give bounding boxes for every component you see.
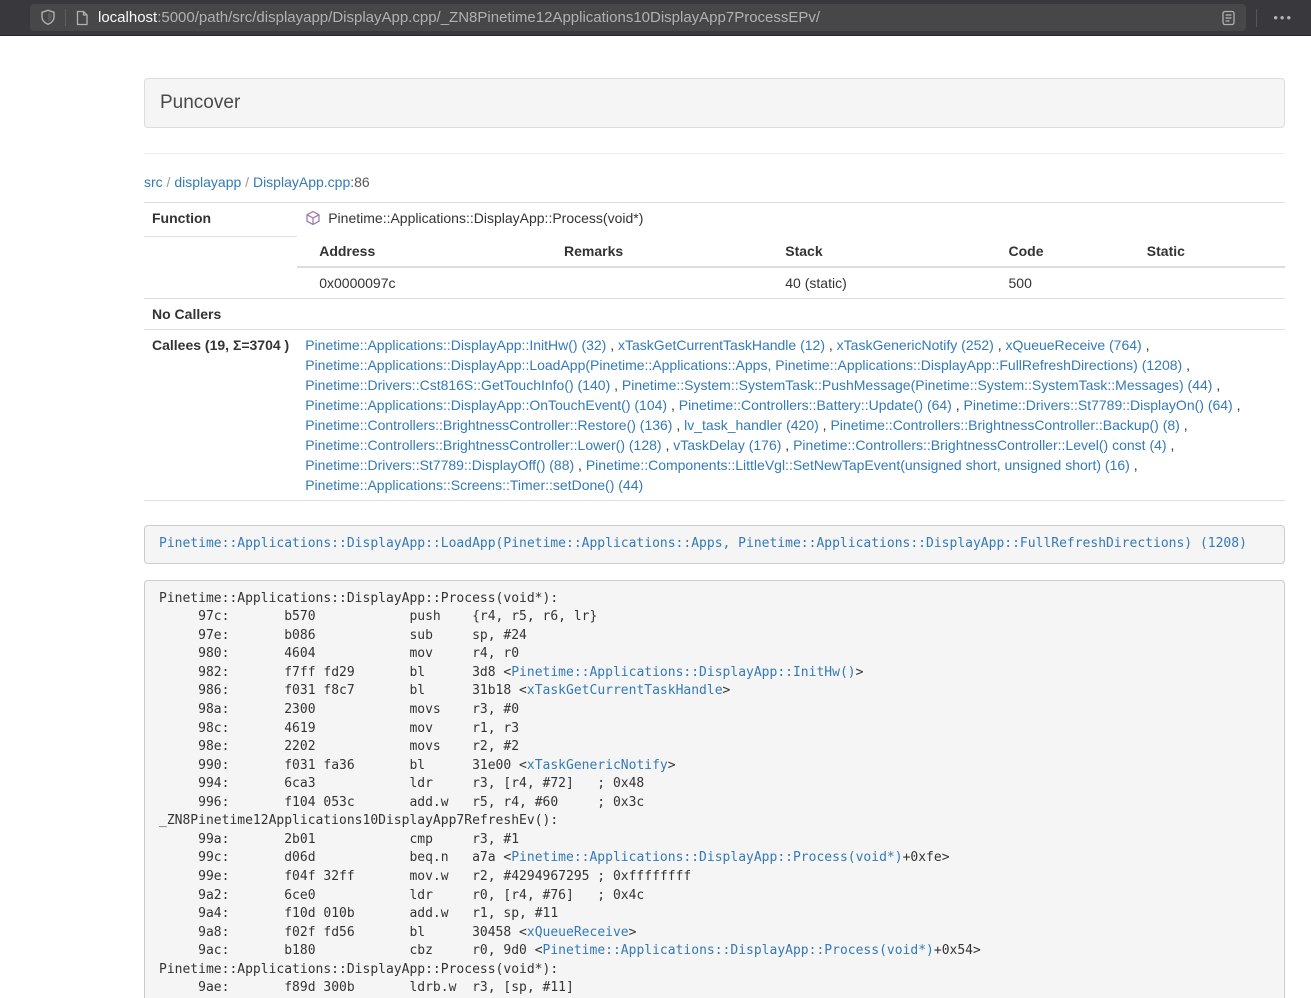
metric-code-value: 500 <box>1001 267 1139 298</box>
page-icon <box>75 10 89 26</box>
callee-link[interactable]: Pinetime::Controllers::Battery::Update()… <box>679 397 952 413</box>
breadcrumb-link[interactable]: DisplayApp.cpp <box>253 174 350 190</box>
callee-link[interactable]: Pinetime::Applications::Screens::Timer::… <box>305 477 643 493</box>
callee-link[interactable]: Pinetime::Drivers::St7789::DisplayOn() (… <box>964 397 1233 413</box>
callee-link[interactable]: Pinetime::System::SystemTask::PushMessag… <box>622 377 1213 393</box>
column-header-code: Code <box>1001 236 1139 267</box>
callee-separator: , <box>994 337 1006 353</box>
column-header-stack: Stack <box>777 236 1000 267</box>
highlighted-symbol-box: Pinetime::Applications::DisplayApp::Load… <box>144 525 1285 564</box>
page-title: Puncover <box>160 92 1269 114</box>
breadcrumb-link[interactable]: src <box>144 174 163 190</box>
function-row: Function Pinetime::Applications::Display… <box>144 203 1285 237</box>
page-content: Puncover src / displayapp / DisplayApp.c… <box>144 78 1285 998</box>
callee-link[interactable]: vTaskDelay (176) <box>673 437 781 453</box>
url-host: localhost <box>98 9 157 26</box>
callee-separator: , <box>1142 337 1150 353</box>
callees-label: Callees (19, Σ=3704 ) <box>144 330 297 501</box>
no-callers-label: No Callers <box>144 299 297 330</box>
breadcrumb-line-number: :86 <box>350 174 369 190</box>
callee-link[interactable]: Pinetime::Drivers::St7789::DisplayOff() … <box>305 457 574 473</box>
callee-separator: , <box>1233 397 1241 413</box>
asm-symbol-link[interactable]: Pinetime::Applications::DisplayApp::Proc… <box>543 943 934 958</box>
callee-link[interactable]: lv_task_handler (420) <box>684 417 819 433</box>
function-name: Pinetime::Applications::DisplayApp::Proc… <box>328 210 643 226</box>
callee-separator: , <box>952 397 964 413</box>
callee-link[interactable]: xQueueReceive (764) <box>1006 337 1142 353</box>
reader-view-icon[interactable] <box>1221 10 1236 26</box>
callee-separator: , <box>1167 437 1175 453</box>
symbol-cube-icon <box>305 210 321 231</box>
callee-link[interactable]: xTaskGenericNotify (252) <box>837 337 994 353</box>
callee-separator: , <box>1182 357 1190 373</box>
callee-link[interactable]: Pinetime::Applications::DisplayApp::Init… <box>305 337 606 353</box>
callee-separator: , <box>672 417 684 433</box>
url-text[interactable]: localhost:5000/path/src/displayapp/Displ… <box>98 9 1221 26</box>
callee-link[interactable]: Pinetime::Applications::DisplayApp::OnTo… <box>305 397 667 413</box>
callee-link[interactable]: xTaskGetCurrentTaskHandle (12) <box>618 337 825 353</box>
metrics-cell: AddressRemarksStackCodeStatic 0x0000097c… <box>297 236 1285 299</box>
callees-row: Callees (19, Σ=3704 ) Pinetime::Applicat… <box>144 330 1285 501</box>
no-callers-row: No Callers <box>144 299 1285 330</box>
metric-address-value: 0x0000097c <box>297 267 556 298</box>
asm-symbol-link[interactable]: Pinetime::Applications::DisplayApp::Init… <box>511 665 855 680</box>
callee-link[interactable]: Pinetime::Controllers::BrightnessControl… <box>793 437 1166 453</box>
callee-link[interactable]: Pinetime::Components::LittleVgl::SetNewT… <box>586 457 1130 473</box>
metrics-row: AddressRemarksStackCodeStatic 0x0000097c… <box>144 236 1285 299</box>
asm-symbol-link[interactable]: Pinetime::Applications::DisplayApp::Proc… <box>511 850 902 865</box>
breadcrumb-link[interactable]: displayapp <box>174 174 241 190</box>
browser-topbar: localhost:5000/path/src/displayapp/Displ… <box>0 0 1311 36</box>
metrics-row-label <box>144 236 297 299</box>
callee-separator: , <box>781 437 793 453</box>
urlbar-separator <box>65 9 66 26</box>
callee-link[interactable]: Pinetime::Drivers::Cst816S::GetTouchInfo… <box>305 377 610 393</box>
url-path: :5000/path/src/displayapp/DisplayApp.cpp… <box>157 9 820 26</box>
overflow-menu-button[interactable]: ••• <box>1265 6 1301 29</box>
metrics-table: AddressRemarksStackCodeStatic 0x0000097c… <box>297 236 1285 298</box>
asm-symbol-link[interactable]: xTaskGenericNotify <box>527 758 668 773</box>
function-name-cell: Pinetime::Applications::DisplayApp::Proc… <box>297 203 1285 237</box>
column-header-static: Static <box>1139 236 1285 267</box>
divider <box>144 153 1285 154</box>
toolbar-separator <box>1256 9 1257 27</box>
callee-separator: , <box>1212 377 1220 393</box>
callee-link[interactable]: Pinetime::Applications::DisplayApp::Load… <box>305 357 1182 373</box>
disassembly-block: Pinetime::Applications::DisplayApp::Proc… <box>144 580 1285 998</box>
callee-separator: , <box>1180 417 1188 433</box>
url-field[interactable]: localhost:5000/path/src/displayapp/Displ… <box>30 4 1246 31</box>
highlighted-symbol-link[interactable]: Pinetime::Applications::DisplayApp::Load… <box>159 536 1247 551</box>
breadcrumb-separator: / <box>241 174 253 190</box>
callers-cell <box>297 299 1285 330</box>
callee-link[interactable]: Pinetime::Controllers::BrightnessControl… <box>305 437 661 453</box>
function-table: Function Pinetime::Applications::Display… <box>144 202 1285 501</box>
metric-static-value <box>1139 267 1285 298</box>
callee-separator: , <box>1130 457 1138 473</box>
callee-separator: , <box>825 337 837 353</box>
metric-stack-value: 40 (static) <box>777 267 1000 298</box>
callee-separator: , <box>662 437 674 453</box>
asm-symbol-link[interactable]: xTaskGetCurrentTaskHandle <box>527 683 723 698</box>
callee-separator: , <box>667 397 679 413</box>
page-title-panel: Puncover <box>144 78 1285 128</box>
overflow-menu-icon: ••• <box>1273 10 1293 25</box>
function-row-label: Function <box>144 203 297 237</box>
tracking-protection-shield-icon[interactable] <box>40 9 56 26</box>
callee-separator: , <box>610 377 622 393</box>
callee-link[interactable]: Pinetime::Controllers::BrightnessControl… <box>830 417 1179 433</box>
callees-list: Pinetime::Applications::DisplayApp::Init… <box>297 330 1285 501</box>
column-header-address: Address <box>297 236 556 267</box>
callee-link[interactable]: Pinetime::Controllers::BrightnessControl… <box>305 417 672 433</box>
breadcrumb: src / displayapp / DisplayApp.cpp:86 <box>144 174 1285 190</box>
asm-symbol-link[interactable]: xQueueReceive <box>527 925 629 940</box>
column-header-remarks: Remarks <box>556 236 777 267</box>
callee-separator: , <box>606 337 618 353</box>
breadcrumb-separator: / <box>163 174 175 190</box>
metric-remarks-value <box>556 267 777 298</box>
callee-separator: , <box>819 417 831 433</box>
callee-separator: , <box>574 457 586 473</box>
